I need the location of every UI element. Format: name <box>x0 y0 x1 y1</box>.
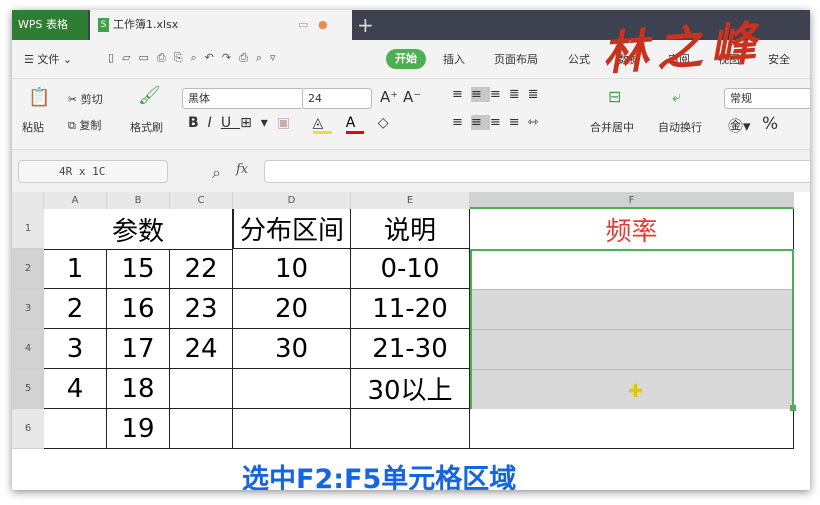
row-header-2[interactable]: 2 <box>12 249 44 289</box>
tab-start[interactable]: 开始 <box>386 49 426 69</box>
document-title: 工作簿1.xlsx <box>113 18 179 31</box>
cell-e5[interactable]: 30以上 <box>351 369 470 409</box>
col-header-d[interactable]: D <box>233 192 351 209</box>
row-header-3[interactable]: 3 <box>12 289 44 329</box>
cell-d4[interactable]: 30 <box>233 329 351 369</box>
spreadsheet-grid: A B C D E F 1 2 3 4 5 6 参数 分布区间 说明 频率 1 … <box>12 192 810 490</box>
col-header-b[interactable]: B <box>107 192 170 209</box>
formula-bar: 4R x 1C ⌕ fx <box>12 150 810 192</box>
cell-b2[interactable]: 15 <box>107 249 170 289</box>
wps-window: WPS 表格 S 工作簿1.xlsx ▭ ● + ☰ 文件 ⌄ ▯▱▭⎙⎘⌕↶↷⎙⌕▿… <box>12 10 810 490</box>
paste-icon[interactable]: 📋 <box>28 87 50 108</box>
cell-b3[interactable]: 16 <box>107 289 170 329</box>
cursor-cross-icon: ✚ <box>628 381 644 402</box>
name-box[interactable]: 4R x 1C <box>18 160 168 183</box>
tab-security[interactable]: 安全 <box>768 51 790 67</box>
halign-buttons[interactable]: ≡≡≡≡⇿ <box>452 115 547 130</box>
cell-a4[interactable]: 3 <box>44 329 107 369</box>
new-tab-button[interactable]: + <box>357 10 374 40</box>
currency-icon[interactable]: ㊎▾ <box>728 115 751 136</box>
number-format-select[interactable]: 常规 <box>724 88 810 109</box>
watermark-signature: 林之峰 <box>600 15 766 81</box>
cell-d2[interactable]: 10 <box>233 249 351 289</box>
font-select[interactable]: 黑体 <box>182 88 304 109</box>
cell-f6[interactable] <box>470 409 794 449</box>
cell-a2[interactable]: 1 <box>44 249 107 289</box>
cell-d3[interactable]: 20 <box>233 289 351 329</box>
cut-button[interactable]: ✂ 剪切 <box>68 91 103 107</box>
app-tab[interactable]: WPS 表格 <box>12 10 88 40</box>
caption-text: 选中F2:F5单元格区域 <box>242 464 517 490</box>
cell-a3[interactable]: 2 <box>44 289 107 329</box>
gridline <box>472 329 792 330</box>
cell-d5[interactable] <box>233 369 351 409</box>
merge-icon[interactable]: ⊟ <box>608 87 621 106</box>
cell-b4[interactable]: 17 <box>107 329 170 369</box>
cell-c3[interactable]: 23 <box>170 289 233 329</box>
cell-c4[interactable]: 24 <box>170 329 233 369</box>
format-painter-button[interactable]: 格式刷 <box>130 119 163 135</box>
cell-c2[interactable]: 22 <box>170 249 233 289</box>
fx-icon[interactable]: fx <box>236 162 248 177</box>
copy-button[interactable]: ⧉ 复制 <box>68 117 101 133</box>
fill-handle[interactable] <box>790 405 796 411</box>
col-header-f[interactable]: F <box>470 192 794 209</box>
ribbon: 📋 粘贴 ✂ 剪切 ⧉ 复制 🖌 格式刷 黑体 24 A⁺ A⁻ BIU⊞▾▣ … <box>12 78 810 150</box>
sheet-icon: S <box>98 18 109 32</box>
cell-e1[interactable]: 说明 <box>351 209 470 249</box>
gridline <box>472 369 792 370</box>
tab-formula[interactable]: 公式 <box>568 51 590 67</box>
file-menu[interactable]: ☰ 文件 ⌄ <box>24 51 72 67</box>
cell-c5[interactable] <box>170 369 233 409</box>
cell-a6[interactable] <box>44 409 107 449</box>
col-header-e[interactable]: E <box>351 192 470 209</box>
font-style-buttons[interactable]: BIU⊞▾▣ ◬ A ◇ <box>188 115 398 134</box>
quick-access-icons[interactable]: ▯▱▭⎙⎘⌕↶↷⎙⌕▿ <box>108 51 284 65</box>
row-header-5[interactable]: 5 <box>12 369 44 409</box>
brush-icon[interactable]: 🖌 <box>138 85 161 106</box>
font-size-select[interactable]: 24 <box>302 88 372 109</box>
document-tab[interactable]: S 工作簿1.xlsx ▭ ● <box>90 10 352 40</box>
cell-b6[interactable]: 19 <box>107 409 170 449</box>
percent-button[interactable]: % <box>762 114 778 134</box>
cell-d1[interactable]: 分布区间 <box>233 209 351 249</box>
cell-e4[interactable]: 21-30 <box>351 329 470 369</box>
monitor-icon[interactable]: ▭ <box>298 10 308 40</box>
wrap-text-button[interactable]: 自动换行 <box>658 119 702 135</box>
cell-d6[interactable] <box>233 409 351 449</box>
font-size-buttons[interactable]: A⁺ A⁻ <box>380 88 421 106</box>
cell-e3[interactable]: 11-20 <box>351 289 470 329</box>
select-all-corner[interactable] <box>12 192 44 209</box>
cell-e6[interactable] <box>351 409 470 449</box>
cell-a1-merged[interactable]: 参数 <box>44 209 233 249</box>
cell-c6[interactable] <box>170 409 233 449</box>
col-header-c[interactable]: C <box>170 192 233 209</box>
cell-e2[interactable]: 0-10 <box>351 249 470 289</box>
col-header-a[interactable]: A <box>44 192 107 209</box>
tab-insert[interactable]: 插入 <box>443 51 465 67</box>
row-header-4[interactable]: 4 <box>12 329 44 369</box>
merge-center-button[interactable]: 合并居中 <box>590 119 634 135</box>
formula-input[interactable] <box>264 160 810 183</box>
paste-button[interactable]: 粘贴 <box>22 119 44 135</box>
cell-b5[interactable]: 18 <box>107 369 170 409</box>
unsaved-dot-icon: ● <box>318 18 328 31</box>
row-header-1[interactable]: 1 <box>12 209 44 249</box>
selection-range-f2-f5[interactable]: ✚ <box>470 249 796 411</box>
cell-f1[interactable]: 频率 <box>470 209 794 249</box>
tab-page-layout[interactable]: 页面布局 <box>494 51 538 67</box>
zoom-icon[interactable]: ⌕ <box>212 163 221 183</box>
align-buttons[interactable]: ≡≡≡≣≣ <box>452 87 547 102</box>
wrap-icon[interactable]: ⤶ <box>672 87 681 107</box>
cell-a5[interactable]: 4 <box>44 369 107 409</box>
row-header-6[interactable]: 6 <box>12 409 44 449</box>
